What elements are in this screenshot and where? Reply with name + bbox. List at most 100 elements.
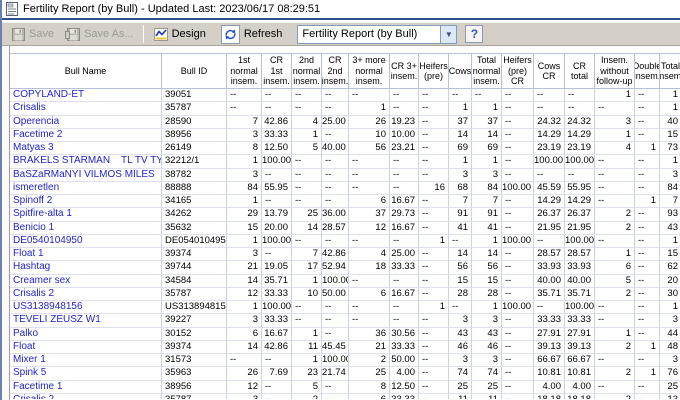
value-cell: -- xyxy=(502,394,534,399)
value-cell: 74 xyxy=(449,367,472,380)
value-cell: 10 xyxy=(292,288,322,301)
value-cell: -- xyxy=(419,381,449,394)
column-header-3-more-normal-insem[interactable]: 3+ more normal insem. xyxy=(349,54,390,88)
table-row[interactable]: Creamer sex345841435.711100.00------1515… xyxy=(10,275,680,288)
value-cell: -- xyxy=(595,102,635,115)
value-cell: -- xyxy=(635,129,660,142)
value-cell: -- xyxy=(635,169,660,182)
value-cell: -- xyxy=(635,235,660,248)
table-row[interactable]: Matyas 326149812.50540.005623.21--6969--… xyxy=(10,142,680,155)
value-cell: 1 xyxy=(595,129,635,142)
column-header-bull-id[interactable]: Bull ID xyxy=(162,54,227,88)
table-row[interactable]: Facetime 238956333.331--1010.00--1414--1… xyxy=(10,129,680,142)
column-header-1st-normal-insem[interactable]: 1st normal insem. xyxy=(227,54,262,88)
table-row[interactable]: Operencia28590742.86425.002619.23--3737-… xyxy=(10,116,680,129)
design-button[interactable]: Design xyxy=(150,26,213,43)
bull-id-cell: 38956 xyxy=(162,381,227,394)
table-row[interactable]: Crisalis 2357871233.331050.00616.67--282… xyxy=(10,288,680,301)
table-row[interactable]: COPYLAND-ET39051------------------------… xyxy=(10,89,680,102)
value-cell: -- xyxy=(419,275,449,288)
value-cell: -- xyxy=(262,354,292,367)
value-cell: 18.18 xyxy=(565,394,595,399)
value-cell: 100.00 xyxy=(502,301,534,314)
table-row[interactable]: BaSZaRMaNYI VILMOS MILES387823----------… xyxy=(10,169,680,182)
table-row[interactable]: TEVELI ZEUSZ W139227333.33----------33--… xyxy=(10,314,680,327)
value-cell: 100.00 xyxy=(565,235,595,248)
table-row[interactable]: Crisalis35787--------1----11----------1 xyxy=(10,102,680,115)
value-cell: 25 xyxy=(449,381,472,394)
value-cell: -- xyxy=(390,275,419,288)
value-cell: 10.81 xyxy=(565,367,595,380)
table-row[interactable]: Spinoff 2341651------616.67--77--14.2914… xyxy=(10,195,680,208)
column-header-heifers-pre-cr[interactable]: Heifers (pre) CR xyxy=(502,54,534,88)
value-cell: 1 xyxy=(227,235,262,248)
table-row[interactable]: Hashtag397442119.051752.941833.33--5656-… xyxy=(10,261,680,274)
table-row[interactable]: US3138948156US31389481561100.00--------1… xyxy=(10,301,680,314)
table-row[interactable]: Spitfire-alta 1342622913.792536.003729.7… xyxy=(10,208,680,221)
table-row[interactable]: Float393741442.861145.452133.33--4646--3… xyxy=(10,341,680,354)
bull-id-cell: 35787 xyxy=(162,288,227,301)
value-cell: 11 xyxy=(472,394,502,399)
save-button[interactable]: Save xyxy=(8,26,61,43)
column-header-total-normal-insem[interactable]: Total normal insem. xyxy=(472,54,502,88)
value-cell: -- xyxy=(502,195,534,208)
value-cell: -- xyxy=(322,301,349,314)
table-row[interactable]: Crisalis 2357873--2--633.33--1111--18.18… xyxy=(10,394,680,399)
column-header-cows[interactable]: Cows xyxy=(449,54,472,88)
value-cell: 12.50 xyxy=(390,381,419,394)
report-selector[interactable]: Fertility Report (by Bull) ▼ xyxy=(297,25,457,44)
value-cell: 41 xyxy=(449,222,472,235)
column-header-bull-name[interactable]: Bull Name xyxy=(10,54,162,88)
value-cell: 7 xyxy=(660,195,680,208)
value-cell: 33.33 xyxy=(390,394,419,399)
refresh-button[interactable]: Refresh xyxy=(217,23,290,46)
value-cell: 14.29 xyxy=(565,195,595,208)
value-cell: 33.33 xyxy=(534,314,565,327)
value-cell: -- xyxy=(502,142,534,155)
value-cell: 91 xyxy=(472,208,502,221)
column-header-2nd-normal-insem[interactable]: 2nd normal insem. xyxy=(292,54,322,88)
value-cell: -- xyxy=(502,169,534,182)
column-header-double-insem[interactable]: Double insem. xyxy=(635,54,660,88)
column-header-insem-without-follow-up[interactable]: Insem. without follow-up xyxy=(595,54,635,88)
table-row[interactable]: DE0540104950DE05401049501100.00--------1… xyxy=(10,235,680,248)
value-cell: 55.95 xyxy=(565,182,595,195)
report-table-area: Bull NameBull ID1st normal insem.CR 1st … xyxy=(2,46,680,400)
table-row[interactable]: Spink 535963267.692321.74254.00--7474--1… xyxy=(10,367,680,380)
value-cell: -- xyxy=(635,275,660,288)
value-cell: -- xyxy=(390,155,419,168)
value-cell: 23.19 xyxy=(565,142,595,155)
column-header-total-insem[interactable]: Total insem. xyxy=(660,54,680,88)
value-cell: 1 xyxy=(635,195,660,208)
value-cell: 1 xyxy=(449,102,472,115)
chevron-down-icon[interactable]: ▼ xyxy=(440,26,456,43)
table-row[interactable]: Palko30152616.671--3630.56--4343--27.912… xyxy=(10,328,680,341)
help-button[interactable]: ? xyxy=(465,25,483,43)
column-header-cr-total[interactable]: CR total xyxy=(565,54,595,88)
value-cell: -- xyxy=(292,314,322,327)
value-cell: 1 xyxy=(595,328,635,341)
column-header-cr-1st-insem[interactable]: CR 1st insem. xyxy=(262,54,292,88)
value-cell: 100.00 xyxy=(262,155,292,168)
column-header-cr-2nd-insem[interactable]: CR 2nd insem. xyxy=(322,54,349,88)
table-row[interactable]: BRAKELS STARMAN TL TV TY32212/11100.00--… xyxy=(10,155,680,168)
column-header-heifers-pre[interactable]: Heifers (pre) xyxy=(419,54,449,88)
value-cell: 1 xyxy=(472,235,502,248)
table-row[interactable]: Float 1393743--742.86425.00--1414--28.57… xyxy=(10,248,680,261)
value-cell: -- xyxy=(635,182,660,195)
table-row[interactable]: Mixer 131573----1100.00250.00--33--66.67… xyxy=(10,354,680,367)
value-cell: 33.33 xyxy=(565,314,595,327)
table-row[interactable]: ismeretlen888888455.95--------166884100.… xyxy=(10,182,680,195)
column-header-cows-cr[interactable]: Cows CR xyxy=(534,54,565,88)
column-header-cr-3-insem[interactable]: CR 3+ insem. xyxy=(390,54,419,88)
save-as-button[interactable]: Save As... xyxy=(61,26,141,43)
value-cell: 24.32 xyxy=(565,116,595,129)
table-row[interactable]: Benicio 1356321520.001428.571216.67--414… xyxy=(10,222,680,235)
table-row[interactable]: Facetime 13895612--5--812.50--2525--4.00… xyxy=(10,381,680,394)
bull-id-cell: 35963 xyxy=(162,367,227,380)
bull-id-cell: 35787 xyxy=(162,102,227,115)
value-cell: -- xyxy=(502,354,534,367)
value-cell: 56 xyxy=(449,261,472,274)
value-cell: 10.81 xyxy=(534,367,565,380)
value-cell: 36 xyxy=(349,328,390,341)
